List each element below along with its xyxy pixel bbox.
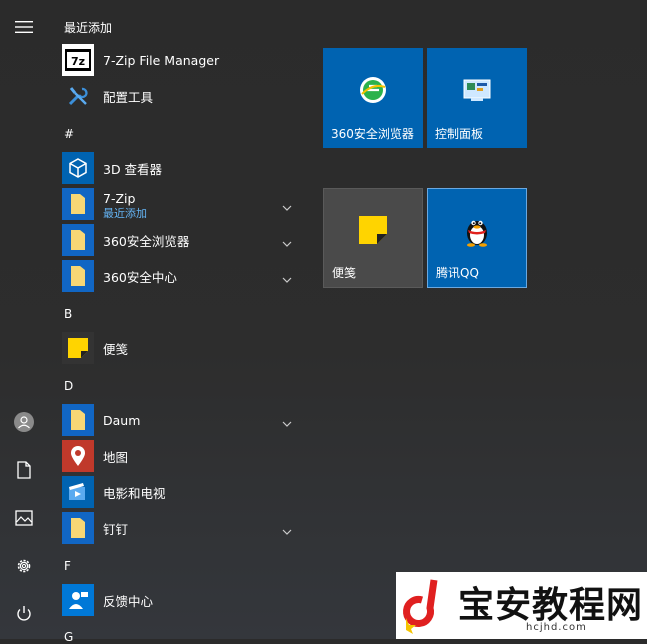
folder-icon: [62, 404, 94, 436]
app-label: 地图: [103, 449, 129, 465]
tile-control-panel[interactable]: 控制面板: [427, 48, 527, 148]
control-panel-icon: [463, 78, 491, 106]
section-header-recent[interactable]: 最近添加: [64, 19, 112, 36]
left-rail: [0, 0, 48, 639]
tile-360-browser[interactable]: 360安全浏览器: [323, 48, 423, 148]
chevron-down-icon[interactable]: [282, 520, 292, 539]
sticky-note-icon: [358, 215, 388, 249]
pictures-icon[interactable]: [0, 498, 48, 538]
wrench-tools-icon: [62, 80, 94, 112]
section-header-d[interactable]: D: [64, 379, 73, 393]
watermark-logo: 宝安教程网 hcjhd.com: [396, 572, 647, 639]
qq-penguin-icon: [462, 213, 492, 251]
tile-sticky-notes[interactable]: 便笺: [323, 188, 423, 288]
app-movies-tv[interactable]: 电影和电视: [62, 475, 302, 509]
power-icon[interactable]: [0, 594, 48, 634]
watermark-logo-icon: [403, 579, 438, 634]
app-sticky-notes[interactable]: 便笺: [62, 331, 302, 365]
app-list: 最近添加 7z 7-Zip File Manager 配置工具 # 3D 查看器…: [48, 0, 310, 644]
app-label: 钉钉: [103, 521, 129, 537]
chevron-down-icon[interactable]: [282, 412, 292, 431]
section-header-f[interactable]: F: [64, 559, 71, 573]
movies-play-icon: [62, 476, 94, 508]
watermark-title: 宝安教程网: [458, 585, 644, 626]
tile-label: 控制面板: [435, 127, 484, 141]
tile-label: 便笺: [332, 266, 357, 280]
folder-360-security[interactable]: 360安全中心: [62, 259, 302, 293]
app-label: Daum: [103, 412, 141, 428]
chevron-down-icon[interactable]: [282, 232, 292, 251]
app-label: 7-Zip File Manager: [103, 52, 220, 68]
app-feedback-hub[interactable]: 反馈中心: [62, 583, 302, 617]
chevron-down-icon[interactable]: [282, 268, 292, 287]
7zip-icon: 7z: [62, 44, 94, 76]
tile-label: 腾讯QQ: [436, 266, 479, 280]
map-pin-icon: [62, 440, 94, 472]
documents-icon[interactable]: [0, 450, 48, 490]
app-label: 电影和电视: [103, 485, 166, 501]
chevron-down-icon[interactable]: [282, 196, 292, 215]
app-maps[interactable]: 地图: [62, 439, 302, 473]
section-header-b[interactable]: B: [64, 307, 72, 321]
settings-gear-icon[interactable]: [0, 546, 48, 586]
app-label: 配置工具: [103, 89, 154, 105]
folder-daum[interactable]: Daum: [62, 403, 302, 437]
folder-icon: [62, 512, 94, 544]
recently-added-label: 最近添加: [103, 207, 147, 220]
section-header-hash[interactable]: #: [64, 127, 74, 141]
app-label: 便笺: [103, 341, 129, 357]
app-label: 反馈中心: [103, 593, 154, 609]
svg-text:7z: 7z: [71, 55, 85, 68]
section-header-g[interactable]: G: [64, 630, 73, 644]
user-avatar-icon[interactable]: [0, 402, 48, 442]
sticky-note-icon: [62, 332, 94, 364]
3d-cube-icon: [62, 152, 94, 184]
folder-360-browser[interactable]: 360安全浏览器: [62, 223, 302, 257]
folder-icon: [62, 224, 94, 256]
feedback-person-icon: [62, 584, 94, 616]
app-label: 360安全浏览器: [103, 233, 190, 249]
app-7zip-file-manager[interactable]: 7z 7-Zip File Manager: [62, 43, 302, 77]
hamburger-menu-icon[interactable]: [0, 7, 48, 47]
360-browser-icon: [358, 75, 388, 109]
app-label: 7-Zip: [103, 190, 136, 206]
folder-icon: [62, 260, 94, 292]
tile-label: 360安全浏览器: [331, 127, 414, 141]
tile-tencent-qq[interactable]: 腾讯QQ: [427, 188, 527, 288]
app-label: 3D 查看器: [103, 161, 163, 177]
folder-icon: [62, 188, 94, 220]
folder-dingtalk[interactable]: 钉钉: [62, 511, 302, 545]
folder-7zip[interactable]: 7-Zip 最近添加: [62, 187, 302, 221]
watermark-url: hcjhd.com: [526, 622, 587, 633]
app-config-tool[interactable]: 配置工具: [62, 79, 302, 113]
app-3d-viewer[interactable]: 3D 查看器: [62, 151, 302, 185]
app-label: 360安全中心: [103, 269, 177, 285]
